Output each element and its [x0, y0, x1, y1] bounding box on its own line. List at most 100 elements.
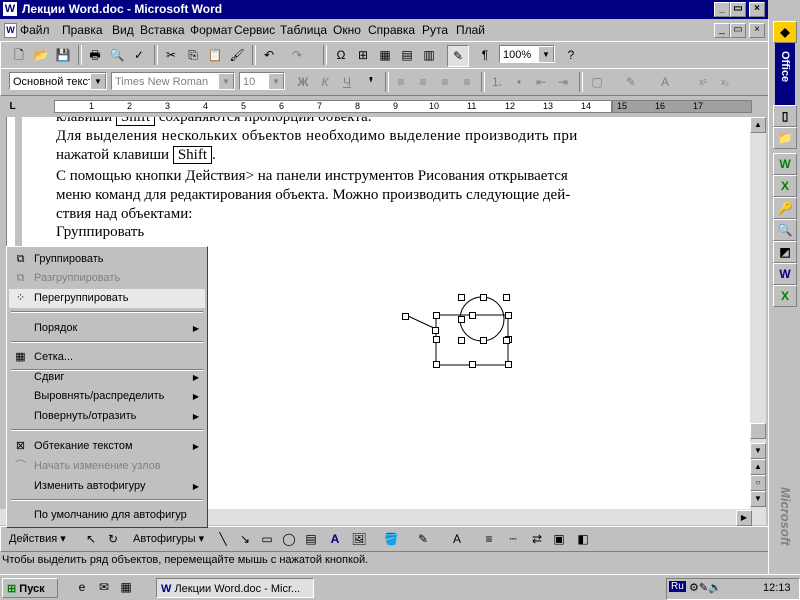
next-page-icon[interactable]: ▼: [750, 491, 766, 507]
style-combo[interactable]: Основной текст ▼: [9, 72, 107, 90]
selection-handle[interactable]: [433, 361, 440, 368]
italic-button[interactable]: К: [315, 72, 335, 92]
selection-handle[interactable]: [469, 312, 476, 319]
columns-icon[interactable]: ▥: [419, 45, 439, 65]
format-painter-icon[interactable]: 🖌: [227, 45, 247, 65]
tables-borders-icon[interactable]: ⊞: [353, 45, 373, 65]
selection-handle[interactable]: [402, 313, 409, 320]
ruler-text-area[interactable]: 1 2 3 4 5 6 7 8 9 10 11 12 13 14: [54, 100, 612, 113]
rectangle-tool-icon[interactable]: ▭: [257, 529, 277, 549]
menu-item-align-distribute[interactable]: Выровнять/распределить ▶: [9, 387, 205, 406]
rectangle-shape[interactable]: [435, 314, 509, 366]
access-shortcut-icon[interactable]: 🔑: [773, 197, 797, 219]
menu-file[interactable]: Файл: [20, 23, 50, 37]
align-center-icon[interactable]: ≡: [413, 72, 433, 92]
font-color-draw-icon[interactable]: A: [447, 529, 467, 549]
menu-item-text-wrapping[interactable]: ⊠ Обтекание текстом ▶: [9, 437, 205, 456]
font-combo[interactable]: Times New Roman ▼: [111, 72, 235, 90]
selection-handle[interactable]: [503, 294, 510, 301]
clock[interactable]: 12:13: [763, 582, 791, 594]
horizontal-ruler[interactable]: L 1 2 3 4 5 6 7 8 9 10 11 12 13 14 15 16…: [0, 98, 768, 116]
selection-handle[interactable]: [433, 312, 440, 319]
selection-handle[interactable]: [432, 327, 439, 334]
select-browse-object-icon[interactable]: ○: [750, 475, 766, 491]
highlight-color-icon[interactable]: ✎: [621, 72, 641, 92]
bold-button[interactable]: Ж: [293, 72, 313, 92]
ruler-margin-area[interactable]: 15 16 17: [612, 100, 752, 113]
new-office-doc-icon[interactable]: ▯: [773, 105, 797, 127]
doc-restore-button[interactable]: ▭: [730, 23, 746, 38]
menu-window[interactable]: Окно: [333, 23, 361, 37]
selection-handle[interactable]: [505, 312, 512, 319]
outlook-express-icon[interactable]: ✉: [94, 577, 114, 597]
size-combo[interactable]: 10 ▼: [239, 72, 285, 90]
save-icon[interactable]: 💾: [53, 45, 73, 65]
increase-indent-icon[interactable]: ⇥: [553, 72, 573, 92]
excel-doc-shortcut-icon[interactable]: X: [773, 285, 797, 307]
cut-icon[interactable]: ✂: [161, 45, 181, 65]
menu-item-nudge[interactable]: Сдвиг ▶: [9, 368, 205, 387]
copy-icon[interactable]: ⎘: [183, 45, 203, 65]
menu-help[interactable]: Справка: [368, 23, 415, 37]
menu-item-change-autoshape[interactable]: Изменить автофигуру ▶: [9, 477, 205, 496]
task-word-button[interactable]: W Лекции Word.doc - Micr...: [156, 578, 314, 598]
start-button[interactable]: ⊞ Пуск: [2, 578, 58, 598]
show-all-icon[interactable]: ¶: [475, 45, 495, 65]
scroll-down-icon[interactable]: ▼: [750, 443, 766, 459]
help-icon[interactable]: ?: [561, 45, 581, 65]
open-folder-icon[interactable]: 📂: [31, 45, 51, 65]
menu-format[interactable]: Формат: [190, 23, 233, 37]
line-tool-icon[interactable]: ╲: [213, 529, 233, 549]
drawing-icon[interactable]: ✎: [447, 45, 469, 67]
vertical-scrollbar[interactable]: ▲ ▼ ▲ ○ ▼: [750, 117, 766, 509]
scroll-up-icon[interactable]: ▲: [750, 117, 766, 133]
undo-icon[interactable]: ↶: [259, 45, 279, 65]
font-color-icon[interactable]: A: [655, 72, 675, 92]
actions-menu[interactable]: Действия ▾: [9, 530, 66, 548]
print-preview-icon[interactable]: 🔍: [107, 45, 127, 65]
menu-table[interactable]: Таблица: [280, 23, 327, 37]
excel-shortcut-icon[interactable]: X: [773, 175, 797, 197]
zoom-dropdown-icon[interactable]: ▼: [538, 46, 554, 62]
word-doc-shortcut-icon[interactable]: W: [773, 263, 797, 285]
insert-symbol-icon[interactable]: Ω: [331, 45, 351, 65]
paste-icon[interactable]: 📋: [205, 45, 225, 65]
redo-icon[interactable]: ↷: [287, 45, 307, 65]
open-office-doc-icon[interactable]: 📁: [773, 127, 797, 149]
bullets-icon[interactable]: •: [509, 72, 529, 92]
doc-close-button[interactable]: ×: [749, 23, 765, 38]
minimize-button[interactable]: _: [714, 2, 730, 17]
selection-handle[interactable]: [480, 294, 487, 301]
menu-item-grid[interactable]: ▦ Сетка...: [9, 348, 205, 367]
title-bar[interactable]: W Лекции Word.doc - Microsoft Word _ ▭ ×: [0, 0, 768, 19]
menu-item-group[interactable]: ⧉ Группировать: [9, 250, 205, 269]
scroll-thumb[interactable]: [750, 423, 766, 439]
style-dropdown-icon[interactable]: ▼: [90, 73, 106, 89]
word-shortcut-icon[interactable]: W: [773, 153, 797, 175]
new-document-icon[interactable]: 🗋: [9, 45, 29, 65]
word-app-icon[interactable]: W: [3, 2, 17, 16]
menu-edit[interactable]: Правка: [62, 23, 103, 37]
selection-handle[interactable]: [458, 316, 465, 323]
align-right-icon[interactable]: ≡: [435, 72, 455, 92]
selection-handle[interactable]: [433, 336, 440, 343]
justify-icon[interactable]: ≡: [457, 72, 477, 92]
menu-item-rotate-flip[interactable]: Повернуть/отразить ▶: [9, 407, 205, 426]
decrease-indent-icon[interactable]: ⇤: [531, 72, 551, 92]
menu-ruta[interactable]: Рута: [422, 23, 448, 37]
menu-item-edit-points[interactable]: ⌒ Начать изменение узлов: [9, 457, 205, 476]
insert-excel-icon[interactable]: ▤: [397, 45, 417, 65]
underline-button[interactable]: Ч: [337, 72, 357, 92]
tray-icons[interactable]: ⚙✎🔊: [689, 581, 722, 594]
zoom-combo[interactable]: 100% ▼: [499, 45, 555, 63]
selection-handle[interactable]: [503, 337, 510, 344]
oval-shape[interactable]: [459, 296, 505, 342]
align-left-icon[interactable]: ≡: [391, 72, 411, 92]
3d-icon[interactable]: ◧: [573, 529, 593, 549]
scroll-right-icon[interactable]: ▶: [736, 510, 752, 526]
oval-tool-icon[interactable]: ◯: [279, 529, 299, 549]
menu-item-ungroup[interactable]: ⧉ Разгруппировать: [9, 269, 205, 288]
menu-view[interactable]: Вид: [112, 23, 134, 37]
selection-handle[interactable]: [458, 294, 465, 301]
outlook-shortcut-icon[interactable]: 🔍: [773, 219, 797, 241]
